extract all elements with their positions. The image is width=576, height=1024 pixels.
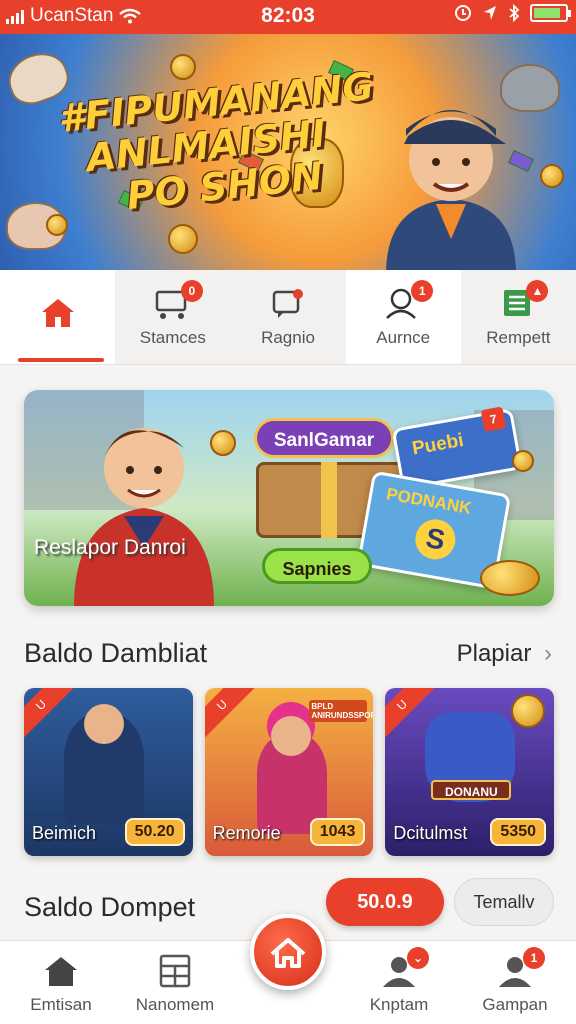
promo-banner[interactable]: SanlGamar Puebi 7 PODNANK S Sapnies Resl… — [24, 390, 554, 606]
player-illustration — [74, 428, 214, 606]
status-bar: UcanStan 82:03 — [0, 0, 576, 34]
tab-label: Ragnio — [261, 328, 315, 347]
nav-item-nanomem[interactable]: Nanomem — [120, 941, 230, 1024]
wallet-balance-button[interactable]: 50.0.9 — [326, 878, 444, 926]
game-banner: BPLD ANIRUNDSSPORTISEDAOR — [309, 700, 373, 722]
player-face — [270, 716, 311, 756]
nav-item-emtisan[interactable]: Emtisan — [6, 941, 116, 1024]
coin-illustration — [170, 54, 196, 80]
tab-stamces[interactable]: 0 Stamces — [115, 270, 231, 364]
game-ribbon: U — [204, 688, 255, 738]
home-icon — [41, 953, 81, 989]
person-search-icon: 1 — [383, 280, 434, 320]
tab-aurnce[interactable]: 1 Aurnce — [346, 270, 461, 364]
tab-label: Stamces — [139, 328, 206, 347]
game-name: Remorie — [212, 823, 281, 843]
person-icon: ⌄ — [379, 947, 429, 989]
tab-label: Aurnce — [376, 328, 431, 347]
coin-illustration — [512, 450, 534, 472]
player-face — [84, 704, 124, 744]
tab-rempett[interactable]: ▲ Rempett — [460, 270, 576, 364]
tab-home[interactable] — [0, 270, 115, 364]
coin-illustration — [210, 430, 236, 456]
category-tabs: 0 Stamces Ragnio 1 Aurnce ▲ Rempett — [0, 270, 576, 365]
alarm-icon — [455, 5, 471, 21]
wallet-title: Saldo Dompet — [24, 892, 196, 922]
battery-level — [534, 8, 560, 18]
game-list: U Beimich 50.20 BPLD ANIRUNDSSPORTISEDAO… — [24, 688, 555, 856]
person-icon: 1 — [495, 947, 545, 989]
game-value: 5350 — [490, 818, 547, 846]
game-name: Dcitulmst — [393, 823, 468, 843]
battery-icon — [530, 4, 571, 22]
game-value: 1043 — [309, 818, 366, 846]
game-card[interactable]: DONANU U Dcitulmst 5350 — [385, 688, 555, 856]
location-icon — [484, 6, 496, 20]
active-tab-indicator — [18, 358, 104, 362]
promo-map-letter: S — [412, 516, 459, 563]
promo-badge-top: SanlGamar — [254, 418, 394, 458]
game-card[interactable]: U Beimich 50.20 — [24, 688, 193, 856]
promo-map-label: PODNANK — [384, 484, 473, 518]
coin-illustration — [480, 560, 540, 596]
game-ribbon: U — [24, 688, 74, 738]
status-icons — [454, 4, 571, 22]
game-banner: DONANU — [431, 780, 512, 800]
see-more-label: Plapiar — [456, 640, 532, 667]
notification-badge: 1 — [411, 280, 434, 302]
nav-label: Emtisan — [30, 995, 92, 1014]
promo-badge-bottom: Sapnies — [262, 548, 372, 584]
game-card[interactable]: BPLD ANIRUNDSSPORTISEDAOR U Remorie 1043 — [204, 688, 374, 856]
coin-illustration — [540, 164, 564, 188]
home-fab-button[interactable] — [250, 914, 326, 990]
nav-label: Knptam — [369, 995, 429, 1014]
home-icon — [270, 938, 306, 968]
see-more-link[interactable]: Plapiar › — [457, 640, 552, 668]
notification-badge: ⌄ — [407, 947, 429, 969]
home-icon — [38, 296, 78, 330]
game-value: 50.20 — [124, 818, 185, 846]
hero-banner[interactable]: #FIPUMANANG ANLMAISHI PO SHON — [0, 34, 576, 270]
coin-illustration — [511, 694, 546, 728]
game-name: Beimich — [32, 823, 97, 843]
tab-label: Rempett — [486, 328, 551, 347]
tab-ragnio[interactable]: Ragnio — [230, 270, 346, 364]
promo-caption: Reslapor Danroi — [34, 536, 186, 559]
coin-illustration — [168, 224, 198, 254]
bluetooth-icon — [509, 4, 520, 22]
coin-illustration — [46, 214, 68, 236]
promo-tile-label: Puebi — [410, 429, 466, 460]
promo-tile-mark: 7 — [480, 406, 507, 432]
notification-badge: 0 — [180, 280, 203, 302]
nav-item-knptam[interactable]: ⌄ Knptam — [344, 941, 454, 1024]
grid-icon — [155, 953, 195, 989]
chevron-right-icon: › — [544, 640, 552, 667]
nav-label: Gampan — [482, 995, 548, 1014]
notification-badge: 1 — [523, 947, 545, 969]
notification-badge: ▲ — [526, 280, 549, 302]
nav-label: Nanomem — [135, 995, 215, 1014]
mascot-illustration — [386, 110, 516, 270]
wallet-action-button[interactable]: Temallv — [454, 878, 554, 926]
list-icon: ▲ — [498, 280, 549, 320]
section-title: Baldo Dambliat — [24, 638, 208, 668]
chat-icon — [268, 286, 308, 320]
nav-item-gampan[interactable]: 1 Gampan — [460, 941, 570, 1024]
cart-icon: 0 — [153, 280, 203, 320]
